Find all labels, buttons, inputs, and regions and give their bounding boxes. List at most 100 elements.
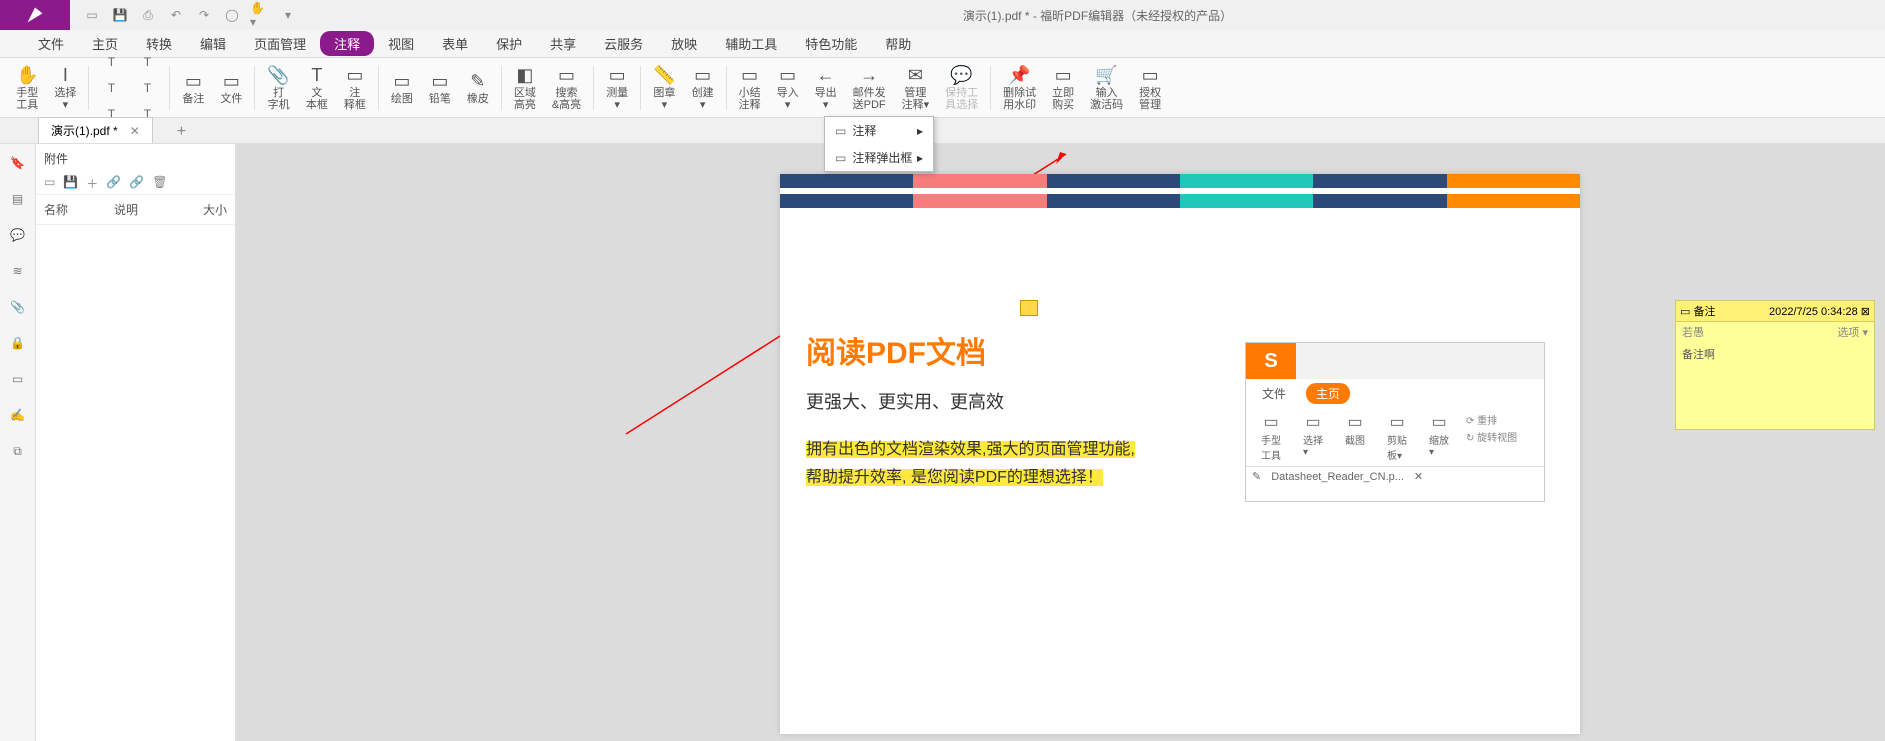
menu-云服务[interactable]: 云服务 — [590, 30, 657, 57]
mini-edit-icon[interactable]: ✎ — [1252, 470, 1261, 483]
text-style-icon[interactable]: T — [97, 50, 125, 74]
mini-tab-主页[interactable]: 主页 — [1306, 383, 1350, 404]
form-icon[interactable]: ▭ — [7, 368, 29, 390]
menu-视图[interactable]: 视图 — [374, 30, 428, 57]
menu-文件[interactable]: 文件 — [24, 30, 78, 57]
ribbon-label: 备注 — [182, 93, 204, 105]
mini-side-btn[interactable]: ↻ 旋转视图 — [1466, 429, 1517, 444]
ribbon-橡皮[interactable]: ✎橡皮 — [459, 62, 497, 114]
ribbon-icon: ▭ — [694, 65, 711, 87]
mini-doc-tab-label[interactable]: Datasheet_Reader_CN.p... — [1271, 471, 1404, 483]
col-size: 大小 — [203, 201, 227, 218]
ribbon-铅笔[interactable]: ▭铅笔 — [421, 62, 459, 114]
ribbon-icon: 📎 — [267, 65, 289, 87]
signature-icon[interactable]: ✍ — [7, 404, 29, 426]
mini-btn[interactable]: ▭选择 ▾ — [1294, 412, 1332, 462]
menu-表单[interactable]: 表单 — [428, 30, 482, 57]
attach-add-icon[interactable]: ＋ — [86, 175, 98, 192]
ribbon-label: 创建 ▾ — [692, 87, 714, 111]
add-tab-button[interactable]: + — [169, 121, 194, 143]
ribbon-label: 小结 注释 — [739, 87, 761, 111]
text-style-icon[interactable]: T — [133, 50, 161, 74]
text-style-icon[interactable]: T — [133, 76, 161, 100]
attach-link2-icon[interactable]: 🔗 — [129, 175, 144, 192]
ribbon-导出[interactable]: ←导出 ▾ — [807, 62, 845, 114]
mini-btn[interactable]: ▭缩放 ▾ — [1420, 412, 1458, 462]
sticky-close-icon[interactable]: ⊠ — [1861, 306, 1870, 318]
ribbon-打字机[interactable]: 📎打 字机 — [259, 62, 297, 114]
ribbon-小结注释[interactable]: ▭小结 注释 — [731, 62, 769, 114]
hand-icon[interactable]: ✋▾ — [250, 5, 270, 25]
pages-icon[interactable]: ▤ — [7, 188, 29, 210]
mini-side-btn[interactable]: ⟳ 重排 — [1466, 412, 1517, 427]
sticky-options[interactable]: 选项 ▾ — [1837, 324, 1868, 340]
ribbon-文本框[interactable]: T文 本框 — [298, 62, 336, 114]
menu-辅助工具[interactable]: 辅助工具 — [711, 30, 791, 57]
save-icon[interactable]: 💾 — [110, 5, 130, 25]
mini-btn[interactable]: ▭剪贴 板▾ — [1378, 412, 1416, 462]
ribbon-导入[interactable]: ▭导入 ▾ — [769, 62, 807, 114]
dropdown-item-comments[interactable]: ▭注释▸ — [825, 117, 933, 144]
mini-reader-window[interactable]: S 文件主页 ▭手型 工具▭选择 ▾▭截图▭剪贴 板▾▭缩放 ▾⟳ 重排↻ 旋转… — [1245, 342, 1545, 502]
ribbon-输入激活码[interactable]: 🛒输入 激活码 — [1082, 62, 1131, 114]
menu-放映[interactable]: 放映 — [657, 30, 711, 57]
ribbon-手型工具[interactable]: ✋手型 工具 — [8, 62, 46, 114]
sticky-note-popup[interactable]: ▭ 备注 2022/7/25 0:34:28 ⊠ 若愚 选项 ▾ 备注啊 — [1675, 300, 1875, 430]
menu-特色功能[interactable]: 特色功能 — [791, 30, 871, 57]
dropdown-item-popup[interactable]: ▭注释弹出框▸ — [825, 144, 933, 171]
ribbon-注释框[interactable]: ▭注 释框 — [336, 62, 374, 114]
circle-icon[interactable]: ◯ — [222, 5, 242, 25]
menu-帮助[interactable]: 帮助 — [871, 30, 925, 57]
panels-icon[interactable]: ⧉ — [7, 440, 29, 462]
comments-icon[interactable]: 💬 — [7, 224, 29, 246]
menu-保护[interactable]: 保护 — [482, 30, 536, 57]
security-icon[interactable]: 🔒 — [7, 332, 29, 354]
undo-icon[interactable]: ↶ — [166, 5, 186, 25]
mini-doc-close-icon[interactable]: ✕ — [1414, 470, 1423, 483]
color-strip-2 — [780, 194, 1580, 208]
ribbon-删除试用水印[interactable]: 📌删除试 用水印 — [995, 62, 1044, 114]
quick-access-toolbar: ▭ 💾 ⎙ ↶ ↷ ◯ ✋▾ ▾ — [70, 5, 310, 25]
ribbon-label: 区域 高亮 — [514, 87, 536, 111]
menu-编辑[interactable]: 编辑 — [186, 30, 240, 57]
ribbon-区域高亮[interactable]: ◧区域 高亮 — [506, 62, 544, 114]
open-icon[interactable]: ▭ — [82, 5, 102, 25]
layers-icon[interactable]: ≋ — [7, 260, 29, 282]
ribbon-选择[interactable]: I选择 ▾ — [46, 62, 84, 114]
ribbon-授权管理[interactable]: ▭授权 管理 — [1131, 62, 1169, 114]
ribbon-label: 搜索 &高亮 — [552, 87, 581, 111]
ribbon-icon: ▭ — [223, 71, 240, 93]
text-style-icon[interactable]: T — [97, 76, 125, 100]
ribbon-搜索&高亮[interactable]: ▭搜索 &高亮 — [544, 62, 589, 114]
sticky-body[interactable]: 备注啊 — [1676, 342, 1874, 366]
mini-btn[interactable]: ▭手型 工具 — [1252, 412, 1290, 462]
redo-icon[interactable]: ↷ — [194, 5, 214, 25]
bookmark-icon[interactable]: 🔖 — [7, 152, 29, 174]
document-tab[interactable]: 演示(1).pdf * ✕ — [38, 117, 153, 143]
menu-共享[interactable]: 共享 — [536, 30, 590, 57]
attach-open-icon[interactable]: ▭ — [44, 175, 55, 192]
ribbon-立即购买[interactable]: ▭立即 购买 — [1044, 62, 1082, 114]
attach-link-icon[interactable]: 🔗 — [106, 175, 121, 192]
more-icon[interactable]: ▾ — [278, 5, 298, 25]
ribbon-管理注释[interactable]: ✉管理 注释▾ — [894, 62, 938, 114]
menu-注释[interactable]: 注释 — [320, 31, 374, 56]
ribbon-图章[interactable]: 📏图章 ▾ — [645, 62, 683, 114]
ribbon-邮件发送PDF[interactable]: →邮件发 送PDF — [845, 62, 894, 114]
sticky-note-marker-icon[interactable] — [1020, 300, 1038, 316]
ribbon-icon: ✋ — [16, 65, 38, 87]
ribbon-文件[interactable]: ▭文件 — [212, 62, 250, 114]
attach-delete-icon[interactable]: 🗑 — [152, 175, 167, 192]
ribbon-icon: ▭ — [609, 65, 626, 87]
attachment-icon[interactable]: 📎 — [7, 296, 29, 318]
mini-btn[interactable]: ▭截图 — [1336, 412, 1374, 462]
mini-tab-文件[interactable]: 文件 — [1252, 383, 1296, 404]
ribbon-绘图[interactable]: ▭绘图 — [383, 62, 421, 114]
attach-save-icon[interactable]: 💾 — [63, 175, 78, 192]
close-tab-icon[interactable]: ✕ — [130, 124, 140, 138]
menu-页面管理[interactable]: 页面管理 — [240, 30, 320, 57]
print-icon[interactable]: ⎙ — [138, 5, 158, 25]
ribbon-创建[interactable]: ▭创建 ▾ — [684, 62, 722, 114]
ribbon-测量[interactable]: ▭测量 ▾ — [598, 62, 636, 114]
ribbon-备注[interactable]: ▭备注 — [174, 62, 212, 114]
